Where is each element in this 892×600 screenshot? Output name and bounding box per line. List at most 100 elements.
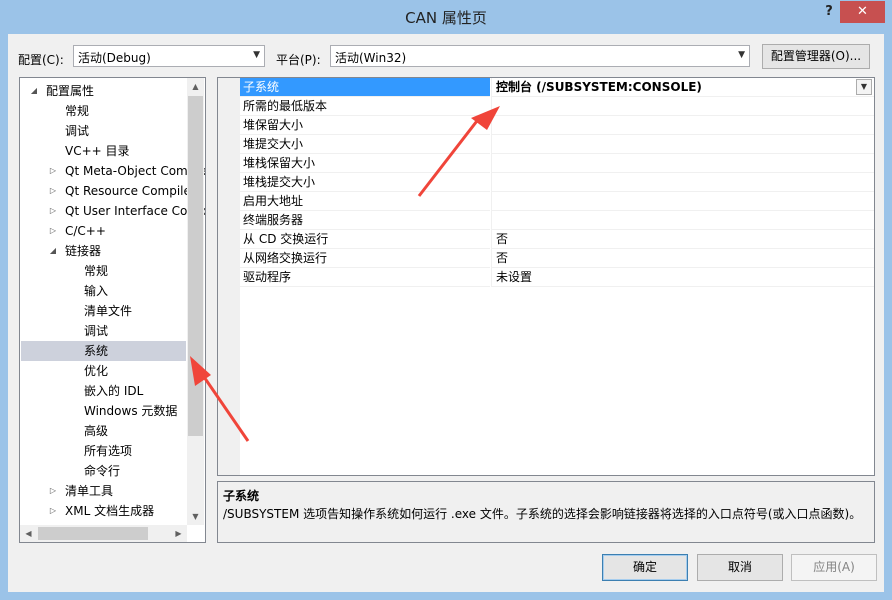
- tree-vertical-scrollbar[interactable]: ▲ ▼: [187, 78, 204, 525]
- tree-item[interactable]: ◢ 链接器: [21, 241, 186, 261]
- tree-item[interactable]: 输入: [21, 281, 186, 301]
- tree-item[interactable]: Windows 元数据: [21, 401, 186, 421]
- tree-item[interactable]: VC++ 目录: [21, 141, 186, 161]
- tree-item-label: Qt Resource Compiler: [65, 184, 196, 198]
- property-row[interactable]: 堆保留大小: [218, 116, 874, 135]
- tree-item[interactable]: 调试: [21, 121, 186, 141]
- tree-horizontal-scrollbar[interactable]: ◀ ▶: [20, 525, 187, 542]
- property-row[interactable]: 终端服务器: [218, 211, 874, 230]
- chevron-down-icon[interactable]: ▼: [856, 79, 872, 95]
- property-grid[interactable]: 子系统 控制台 (/SUBSYSTEM:CONSOLE) ▼ 所需的最低版本 堆保留大小…: [217, 77, 875, 476]
- help-icon[interactable]: ?: [818, 4, 840, 22]
- expand-icon[interactable]: ▷: [48, 201, 58, 221]
- chevron-down-icon: ▼: [253, 50, 260, 60]
- tree-item-label: 调试: [65, 124, 90, 138]
- tree-item[interactable]: 常规: [21, 261, 186, 281]
- property-row[interactable]: 堆提交大小: [218, 135, 874, 154]
- scroll-thumb[interactable]: [188, 96, 203, 436]
- tree-item-label: 常规: [84, 264, 109, 278]
- tree-item[interactable]: 优化: [21, 361, 186, 381]
- tree-item[interactable]: 系统: [21, 341, 186, 361]
- cancel-button[interactable]: 取消: [697, 554, 783, 581]
- tree-item[interactable]: ▷ Qt Resource Compiler: [21, 181, 196, 201]
- expand-icon[interactable]: ▷: [48, 161, 58, 181]
- expand-icon[interactable]: ▷: [48, 501, 58, 521]
- property-row[interactable]: 堆栈保留大小: [218, 154, 874, 173]
- property-row[interactable]: 所需的最低版本: [218, 97, 874, 116]
- tree-item-label: 配置属性: [46, 84, 95, 98]
- description-panel: 子系统 /SUBSYSTEM 选项告知操作系统如何运行 .exe 文件。子系统的…: [217, 481, 875, 543]
- config-label: 配置(C):: [18, 53, 64, 67]
- tree-item[interactable]: ◢ 配置属性: [21, 81, 186, 101]
- tree-item-label: 系统: [84, 344, 109, 358]
- tree-item[interactable]: ▷ C/C++: [21, 221, 186, 241]
- tree-item[interactable]: 高级: [21, 421, 186, 441]
- expand-icon[interactable]: ▷: [48, 221, 58, 241]
- expand-icon[interactable]: ▷: [48, 481, 58, 501]
- property-value: [491, 97, 874, 116]
- scroll-left-icon[interactable]: ◀: [20, 525, 37, 542]
- description-text: /SUBSYSTEM 选项告知操作系统如何运行 .exe 文件。子系统的选择会影…: [223, 507, 862, 521]
- tree-item[interactable]: ▷ XML 文档生成器: [21, 501, 186, 521]
- tree-item-label: VC++ 目录: [65, 144, 130, 158]
- tree-item-label: 调试: [84, 324, 109, 338]
- chevron-down-icon: ▼: [738, 50, 745, 60]
- tree-item[interactable]: 嵌入的 IDL: [21, 381, 186, 401]
- tree-item[interactable]: ▷ 清单工具: [21, 481, 186, 501]
- property-row[interactable]: 堆栈提交大小: [218, 173, 874, 192]
- property-name: 从网络交换运行: [240, 249, 490, 268]
- apply-button[interactable]: 应用(A): [791, 554, 877, 581]
- scroll-down-icon[interactable]: ▼: [187, 508, 204, 525]
- tree-item[interactable]: 清单文件: [21, 301, 186, 321]
- tree-item-label: 链接器: [65, 244, 102, 258]
- config-manager-button[interactable]: 配置管理器(O)...: [762, 44, 870, 69]
- property-name: 堆保留大小: [240, 116, 490, 135]
- tree-item-label: Qt Meta-Object Compiler: [65, 164, 206, 178]
- property-value: [491, 173, 874, 192]
- platform-select[interactable]: 活动(Win32) ▼: [330, 45, 750, 67]
- property-value: [491, 192, 874, 211]
- config-value: 活动(Debug): [78, 51, 151, 65]
- tree-item[interactable]: ▷ Qt Meta-Object Compiler: [21, 161, 205, 181]
- platform-value: 活动(Win32): [335, 51, 407, 65]
- property-value: 未设置: [491, 268, 874, 287]
- platform-label: 平台(P):: [276, 53, 321, 67]
- collapse-icon[interactable]: ◢: [29, 81, 39, 101]
- property-tree[interactable]: ◢ 配置属性 常规 调试 VC++ 目录 ▷ Qt Meta-Object Compiler…: [19, 77, 206, 543]
- close-button[interactable]: ✕: [840, 1, 885, 23]
- expand-icon[interactable]: ▷: [48, 181, 58, 201]
- tree-item[interactable]: 所有选项: [21, 441, 186, 461]
- property-value: 否: [491, 249, 874, 268]
- scroll-up-icon[interactable]: ▲: [187, 78, 204, 95]
- property-value: [491, 116, 874, 135]
- tree-item[interactable]: 命令行: [21, 461, 186, 481]
- scroll-thumb[interactable]: [38, 527, 148, 540]
- collapse-icon[interactable]: ◢: [48, 241, 58, 261]
- tree-item-label: Windows 元数据: [84, 404, 178, 418]
- title-bar[interactable]: CAN 属性页 ? ✕: [0, 0, 892, 34]
- config-select[interactable]: 活动(Debug) ▼: [73, 45, 265, 67]
- property-value: [491, 154, 874, 173]
- property-row[interactable]: 从 CD 交换运行否: [218, 230, 874, 249]
- tree-item[interactable]: 常规: [21, 101, 186, 121]
- tree-item-label: Qt User Interface Compiler: [65, 204, 205, 218]
- properties-dialog: CAN 属性页 ? ✕ 配置(C): 活动(Debug) ▼ 平台(P): 活动…: [0, 0, 892, 600]
- property-name: 从 CD 交换运行: [240, 230, 490, 249]
- property-value[interactable]: 控制台 (/SUBSYSTEM:CONSOLE): [491, 78, 874, 97]
- tree-item-label: 优化: [84, 364, 109, 378]
- window-title: CAN 属性页: [405, 9, 487, 27]
- tree-item-label: 高级: [84, 424, 109, 438]
- property-name: 启用大地址: [240, 192, 490, 211]
- ok-button[interactable]: 确定: [602, 554, 688, 581]
- property-value: [491, 211, 874, 230]
- tree-item[interactable]: 调试: [21, 321, 186, 341]
- property-row[interactable]: 子系统 控制台 (/SUBSYSTEM:CONSOLE) ▼: [218, 78, 874, 97]
- property-name: 终端服务器: [240, 211, 490, 230]
- property-row[interactable]: 驱动程序 未设置: [218, 268, 874, 287]
- property-name: 堆栈保留大小: [240, 154, 490, 173]
- scroll-right-icon[interactable]: ▶: [170, 525, 187, 542]
- dialog-body: 配置(C): 活动(Debug) ▼ 平台(P): 活动(Win32) ▼ 配置…: [8, 34, 884, 592]
- property-row[interactable]: 启用大地址: [218, 192, 874, 211]
- tree-item[interactable]: ▷ Qt User Interface Compiler: [21, 201, 205, 221]
- property-row[interactable]: 从网络交换运行否: [218, 249, 874, 268]
